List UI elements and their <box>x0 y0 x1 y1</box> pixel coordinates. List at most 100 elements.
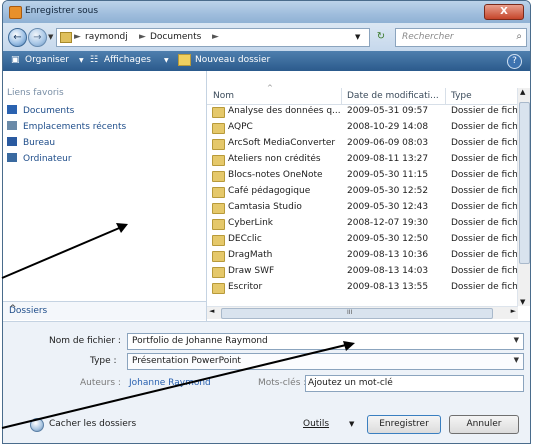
documents-icon <box>7 105 17 114</box>
scroll-down-icon[interactable]: ▼ <box>520 298 525 306</box>
file-row[interactable]: CyberLink 2008-12-07 19:30 Dossier de fich… <box>207 218 517 230</box>
navigation-pane: Liens favoris Documents Emplacements réc… <box>3 71 207 321</box>
file-type: Dossier de fichi <box>451 250 517 260</box>
type-label: Type : <box>90 356 117 366</box>
file-row[interactable]: AQPC 2008-10-29 14:08 Dossier de fichi <box>207 122 517 134</box>
column-divider[interactable] <box>445 88 446 104</box>
search-input[interactable]: Rechercher ⌕ <box>395 28 527 47</box>
file-row[interactable]: Blocs-notes OneNote 2009-05-30 11:15 Dossi… <box>207 170 517 182</box>
file-type: Dossier de fichi <box>451 282 517 292</box>
vertical-scrollbar[interactable]: ▲ ▼ <box>517 88 530 306</box>
file-row[interactable]: DragMath 2009-08-13 10:36 Dossier de fichi <box>207 250 517 262</box>
breadcrumb-documents[interactable]: Documents <box>150 32 201 42</box>
views-dropdown-icon[interactable]: ▼ <box>164 57 169 64</box>
chevron-down-icon[interactable]: ▼ <box>514 336 519 344</box>
folder-icon <box>212 219 225 230</box>
vertical-scroll-thumb[interactable] <box>519 102 530 264</box>
file-name: ArcSoft MediaConverter <box>228 138 336 148</box>
breadcrumb-raymondj[interactable]: raymondj <box>85 32 128 42</box>
forward-button[interactable]: → <box>28 28 47 47</box>
column-divider[interactable] <box>341 88 342 104</box>
breadcrumb-separator: ► <box>212 32 219 42</box>
file-type: Dossier de fichi <box>451 154 517 164</box>
file-name: Ateliers non crédités <box>228 154 321 164</box>
tools-dropdown-icon[interactable]: ▼ <box>349 420 354 428</box>
filename-input[interactable]: Portfolio de Johanne Raymond ▼ <box>127 333 524 350</box>
file-name: Escritor <box>228 282 263 292</box>
breadcrumb-separator: ► <box>74 32 81 42</box>
file-row[interactable]: Analyse des données q... 2009-05-31 09:57… <box>207 106 517 118</box>
organize-dropdown-icon[interactable]: ▼ <box>79 57 84 64</box>
column-header-type[interactable]: Type <box>451 91 472 101</box>
file-date: 2009-08-11 13:27 <box>347 154 429 164</box>
new-folder-button[interactable]: Nouveau dossier <box>195 55 270 65</box>
breadcrumb-separator: ► <box>139 32 146 42</box>
desktop-icon <box>7 137 17 146</box>
file-type: Dossier de fichi <box>451 138 517 148</box>
scroll-up-icon[interactable]: ▲ <box>520 88 525 96</box>
history-dropdown-icon[interactable]: ▼ <box>48 33 53 41</box>
views-icon: ☷ <box>90 55 99 65</box>
save-options-panel: Nom de fichier : Portfolio de Johanne Ra… <box>3 321 530 443</box>
views-button[interactable]: Affichages <box>104 55 151 65</box>
file-row[interactable]: Camtasia Studio 2009-05-30 12:43 Dossier d… <box>207 202 517 214</box>
file-row[interactable]: Café pédagogique 2009-05-30 12:52 Dossier … <box>207 186 517 198</box>
address-bar[interactable]: ► raymondj ► Documents ► ▼ <box>56 28 370 47</box>
save-button[interactable]: Enregistrer <box>367 415 441 434</box>
file-date: 2009-06-09 08:03 <box>347 138 429 148</box>
folder-icon <box>212 251 225 262</box>
sidebar-item-recent-places[interactable]: Emplacements récents <box>7 121 126 132</box>
sidebar-item-documents[interactable]: Documents <box>7 105 74 116</box>
file-date: 2009-05-30 12:43 <box>347 202 429 212</box>
file-row[interactable]: DECclic 2009-05-30 12:50 Dossier de fichi <box>207 234 517 246</box>
folders-toggle[interactable]: Dossiers ^ <box>3 301 206 320</box>
keywords-value: Ajoutez un mot-clé <box>308 378 393 388</box>
file-date: 2009-08-13 10:36 <box>347 250 429 260</box>
sidebar-item-label: Bureau <box>23 138 56 148</box>
file-row[interactable]: ArcSoft MediaConverter 2009-06-09 08:03 Do… <box>207 138 517 150</box>
sidebar-item-computer[interactable]: Ordinateur <box>7 153 72 164</box>
file-name: Analyse des données q... <box>228 106 340 116</box>
file-date: 2009-08-13 14:03 <box>347 266 429 276</box>
hide-folders-button[interactable]: Cacher les dossiers <box>49 419 136 429</box>
horizontal-scroll-thumb[interactable]: III <box>221 308 493 319</box>
sort-arrow-icon: ^ <box>267 84 273 92</box>
title-bar: Enregistrer sous X <box>3 1 530 23</box>
chevron-down-icon[interactable]: ▼ <box>514 356 519 364</box>
refresh-icon[interactable]: ↻ <box>371 28 391 45</box>
cancel-button[interactable]: Annuler <box>449 415 519 434</box>
folder-icon <box>212 155 225 166</box>
chevron-up-icon[interactable]: ^ <box>9 304 198 314</box>
help-icon[interactable]: ? <box>507 54 522 69</box>
organize-button[interactable]: Organiser <box>25 55 69 65</box>
organize-icon: ▣ <box>11 55 20 65</box>
search-icon[interactable]: ⌕ <box>516 31 522 42</box>
back-button[interactable]: ← <box>8 28 27 47</box>
file-name: DECclic <box>228 234 262 244</box>
file-row[interactable]: Draw SWF 2009-08-13 14:03 Dossier de fichi <box>207 266 517 278</box>
scroll-left-icon[interactable]: ◄ <box>209 307 214 315</box>
tools-button[interactable]: Outils <box>303 419 329 429</box>
file-row[interactable]: Escritor 2009-08-13 13:55 Dossier de fichi <box>207 282 517 294</box>
save-as-dialog: Enregistrer sous X ← → ▼ ► raymondj ► Do… <box>2 0 531 444</box>
folder-icon <box>212 139 225 150</box>
address-dropdown-icon[interactable]: ▼ <box>355 33 360 41</box>
scroll-right-icon[interactable]: ► <box>511 307 516 315</box>
sidebar-item-desktop[interactable]: Bureau <box>7 137 55 148</box>
column-header-date[interactable]: Date de modificati... <box>347 91 439 101</box>
authors-value[interactable]: Johanne Raymond <box>129 378 211 388</box>
app-icon <box>9 6 22 19</box>
filename-label: Nom de fichier : <box>49 336 121 346</box>
file-name: Café pédagogique <box>228 186 311 196</box>
file-row[interactable]: Ateliers non crédités 2009-08-11 13:27 Dos… <box>207 154 517 166</box>
column-header-name[interactable]: Nom <box>213 91 234 101</box>
file-type-select[interactable]: Présentation PowerPoint ▼ <box>127 353 524 370</box>
filename-value: Portfolio de Johanne Raymond <box>132 336 268 346</box>
file-name: Blocs-notes OneNote <box>228 170 323 180</box>
close-button[interactable]: X <box>484 4 524 20</box>
file-type: Dossier de fichi <box>451 202 517 212</box>
horizontal-scrollbar[interactable]: ◄ III ► <box>207 306 518 319</box>
hide-folders-icon[interactable] <box>30 418 44 432</box>
keywords-input[interactable]: Ajoutez un mot-clé <box>305 375 524 392</box>
file-name: CyberLink <box>228 218 273 228</box>
